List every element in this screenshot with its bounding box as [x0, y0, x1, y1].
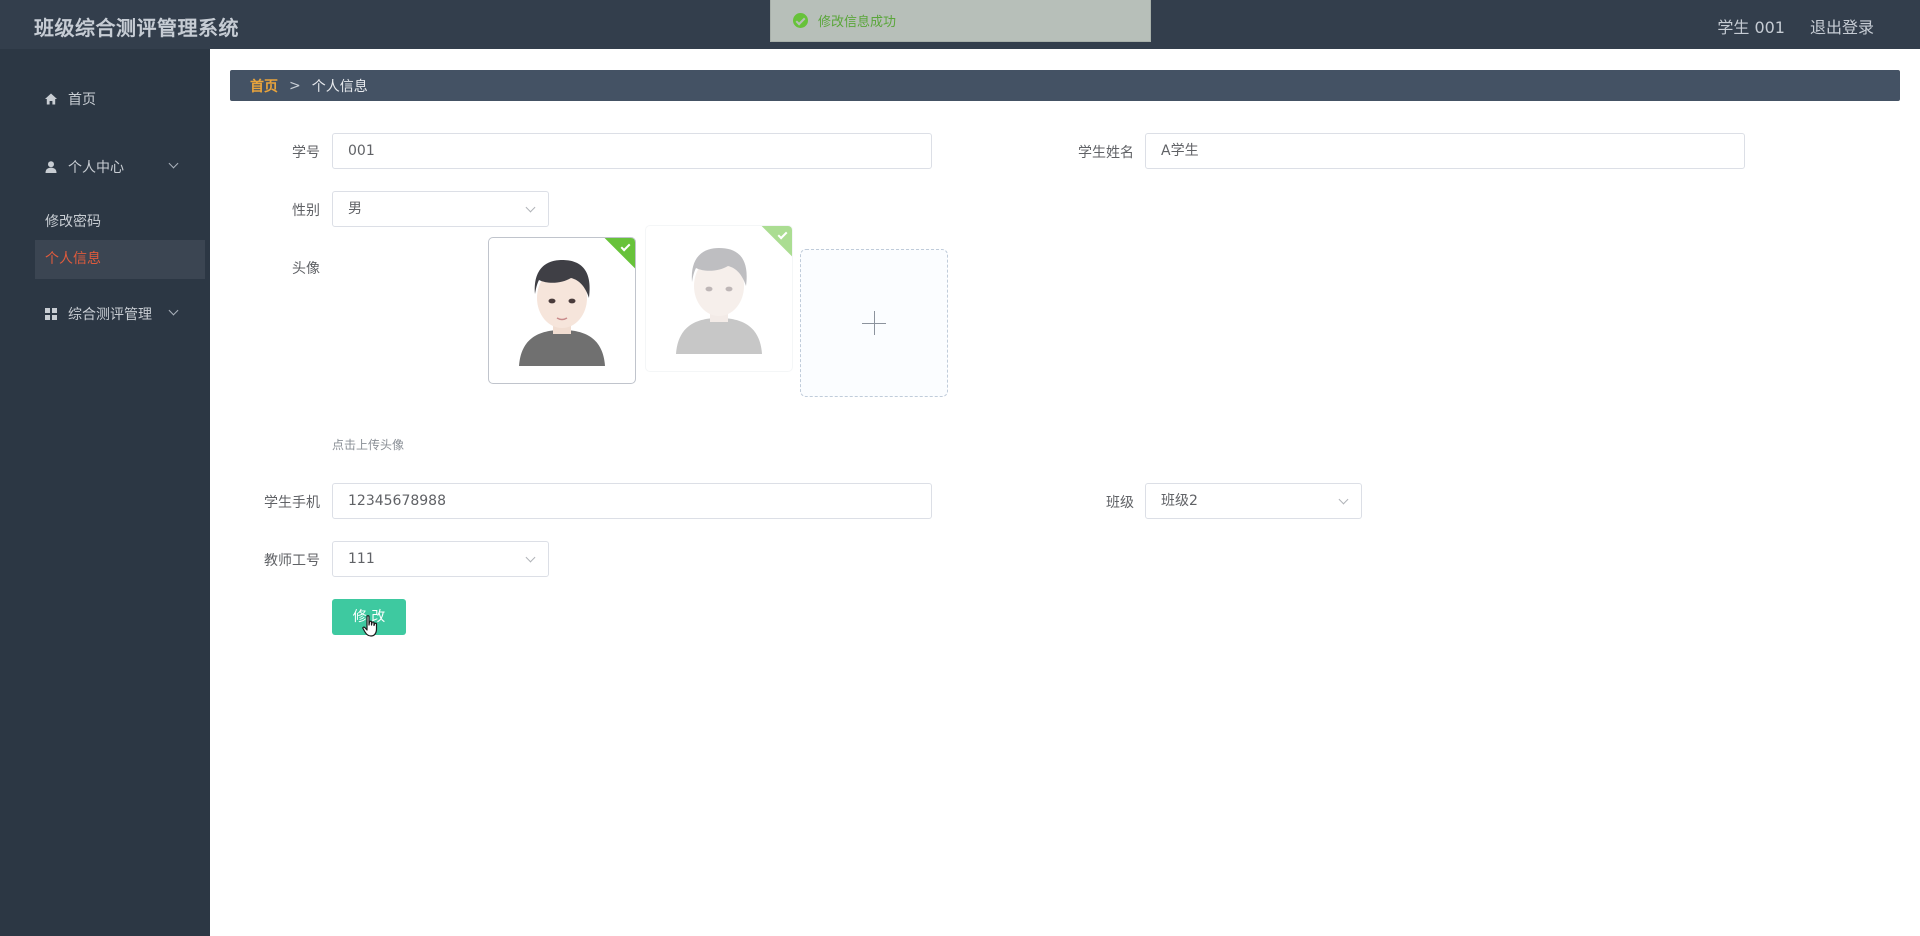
phone-label: 学生手机	[264, 495, 320, 511]
chevron-down-icon	[168, 158, 179, 169]
sidebar-item-label: 综合测评管理	[68, 307, 152, 323]
breadcrumb-separator: >	[289, 77, 301, 94]
avatar-upload-hint: 点击上传头像	[332, 438, 405, 452]
success-toast: 修改信息成功	[770, 0, 1151, 42]
avatar-image	[676, 248, 762, 354]
student-name-input[interactable]: A学生	[1145, 133, 1745, 169]
sidebar-item-evaluation-management[interactable]: 综合测评管理	[44, 304, 152, 324]
sidebar: 首页 个人中心 修改密码 个人信息 综合测评管理	[0, 49, 210, 936]
gender-selected-value: 男	[348, 201, 362, 217]
class-select[interactable]: 班级2	[1145, 483, 1362, 519]
avatar-label: 头像	[292, 261, 320, 277]
avatar-image	[519, 260, 605, 366]
grid-icon	[45, 308, 57, 320]
sidebar-item-home[interactable]: 首页	[44, 89, 96, 109]
chevron-down-icon	[525, 202, 536, 213]
student-name-label: 学生姓名	[1078, 145, 1134, 161]
teacher-id-selected-value: 111	[348, 551, 375, 567]
teacher-id-select[interactable]: 111	[332, 541, 549, 577]
class-selected-value: 班级2	[1161, 493, 1198, 509]
avatar-thumbnail[interactable]	[488, 237, 636, 384]
logout-link[interactable]: 退出登录	[1810, 14, 1874, 38]
sidebar-item-change-password[interactable]: 修改密码	[45, 211, 101, 231]
gender-label: 性别	[292, 203, 320, 219]
breadcrumb: 首页 > 个人信息	[230, 70, 1900, 101]
home-icon	[45, 93, 57, 105]
avatar-upload-button[interactable]	[800, 249, 948, 397]
class-label: 班级	[1106, 495, 1134, 511]
avatar-thumbnail-dragging[interactable]	[645, 225, 793, 372]
chevron-down-icon	[168, 305, 179, 316]
sidebar-item-personal-center[interactable]: 个人中心	[44, 157, 124, 177]
current-user: 学生 001	[1717, 18, 1785, 37]
sidebar-item-label: 个人中心	[68, 160, 124, 176]
user-icon	[45, 161, 57, 173]
breadcrumb-current: 个人信息	[311, 78, 368, 95]
sidebar-item-label: 首页	[68, 92, 96, 108]
toast-message: 修改信息成功	[818, 15, 897, 30]
gender-select[interactable]: 男	[332, 191, 549, 227]
student-id-label: 学号	[292, 145, 320, 161]
chevron-down-icon	[1338, 494, 1349, 505]
breadcrumb-home[interactable]: 首页	[250, 76, 278, 96]
sidebar-item-personal-info[interactable]: 个人信息	[35, 240, 205, 279]
phone-input[interactable]: 12345678988	[332, 483, 932, 519]
student-id-input[interactable]: 001	[332, 133, 932, 169]
hand-cursor-icon	[362, 615, 378, 637]
chevron-down-icon	[525, 552, 536, 563]
teacher-id-label: 教师工号	[264, 553, 320, 569]
app-title: 班级综合测评管理系统	[34, 16, 239, 40]
success-check-icon	[793, 13, 808, 28]
